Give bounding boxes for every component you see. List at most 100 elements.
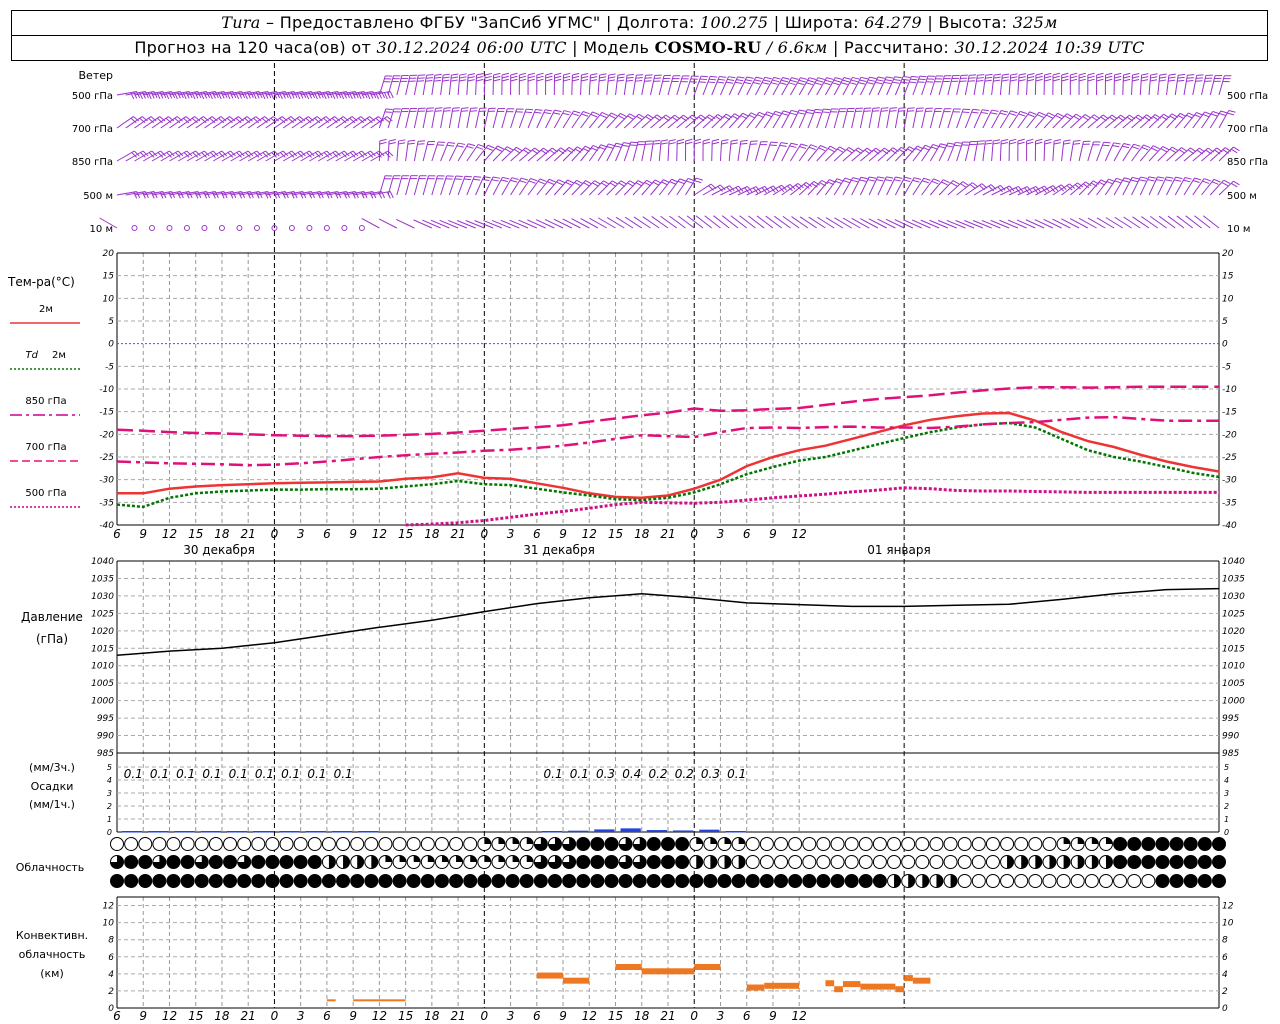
- wind-barb-feather: [1168, 76, 1176, 79]
- wind-barb-feather: [880, 110, 888, 112]
- wind-barb-feather: [1157, 176, 1165, 179]
- wind-barb-feather: [1000, 142, 1009, 145]
- wind-barb-feather: [982, 109, 990, 112]
- wind-barb-feather: [712, 141, 720, 145]
- wind-barb-feather: [1132, 176, 1140, 180]
- temp-tick-left: 0: [108, 340, 114, 350]
- precip-amount-label: 0.1: [727, 767, 746, 781]
- wind-barb-feather: [571, 113, 579, 117]
- cloud-fill: [456, 855, 463, 862]
- calm-wind-circle: [148, 225, 155, 231]
- pressure-tick-right: 1030: [1222, 592, 1245, 602]
- wind-barb-feather: [1001, 79, 1009, 82]
- cloud-fill: [209, 855, 223, 869]
- wind-barb: [1017, 75, 1020, 96]
- cloud-cover-symbol: [1169, 874, 1184, 888]
- cloud-fill: [802, 874, 816, 888]
- wind-barb-feather: [510, 75, 518, 79]
- wind-barb: [799, 216, 817, 229]
- cloud-cover-symbol: [576, 837, 591, 851]
- wind-barb-feather: [798, 79, 806, 83]
- precip-bar: [673, 830, 694, 832]
- wind-barb-feather: [789, 145, 797, 148]
- wind-barb-feather: [610, 112, 618, 117]
- conv-cloud-bar: [563, 977, 590, 984]
- wind-barb-feather: [450, 76, 459, 79]
- cloud-fill: [328, 855, 336, 869]
- wind-barb-feather: [1096, 72, 1104, 76]
- cloud-cover-symbol: [703, 837, 718, 851]
- cloud-cover-symbol: [223, 855, 238, 869]
- cloud-cover-symbol: [420, 855, 435, 869]
- wind-barb: [1158, 215, 1176, 229]
- wind-barb-feather: [1156, 179, 1164, 182]
- cloud-cover-symbol: [1042, 837, 1057, 851]
- bottom-time-tick-label: 6: [323, 1009, 331, 1023]
- wind-barb-feather: [946, 145, 954, 148]
- cloud-fill: [385, 855, 392, 862]
- wind-barb-feather: [833, 79, 841, 83]
- cloud-cover-symbol: [138, 855, 153, 869]
- wind-barb-feather: [808, 146, 816, 151]
- wind-barb-feather: [1122, 145, 1130, 149]
- cloud-cover-symbol: [929, 837, 944, 851]
- wind-barb-feather: [1009, 112, 1017, 116]
- precip-tick-left: 0: [107, 828, 112, 837]
- precip-bar: [122, 831, 143, 833]
- wind-barb-feather: [1114, 75, 1122, 79]
- cloud-cover-symbol: [406, 837, 421, 851]
- wind-barb-feather: [536, 78, 544, 82]
- wind-barb-feather: [510, 78, 518, 82]
- wind-barb-feather: [1171, 146, 1179, 152]
- cloud-circle: [915, 837, 930, 851]
- wind-barb-feather: [1072, 143, 1081, 145]
- wind-barb-feather: [606, 146, 614, 149]
- cloud-cover-symbol: [929, 855, 944, 869]
- wind-barb-feather: [1044, 138, 1052, 142]
- cloud-cover-symbol: [646, 855, 661, 869]
- conv-tick-right: 2: [1222, 987, 1228, 997]
- wind-barb-feather: [1061, 75, 1069, 79]
- cloud-cover-symbol: [293, 855, 308, 869]
- cloud-cover-symbol: [392, 855, 407, 869]
- temp-tick-left: -5: [105, 362, 114, 372]
- calm-wind-circle: [288, 225, 295, 231]
- cloud-cover-symbol: [703, 874, 718, 888]
- cloud-fill: [1198, 837, 1212, 851]
- wind-barb-feather: [1027, 113, 1035, 118]
- wind-barb-feather: [617, 79, 625, 82]
- wind-barb-feather: [1150, 79, 1158, 82]
- wind-barb: [773, 215, 791, 229]
- pressure-tick-left: 1030: [91, 592, 114, 602]
- bottom-time-tick-label: 9: [139, 1009, 147, 1023]
- wind-barb-feather: [1105, 72, 1113, 76]
- bottom-time-tick-label: 21: [450, 1009, 465, 1023]
- cloud-circle: [788, 855, 803, 869]
- wind-barb: [1043, 218, 1062, 229]
- wind-barb-feather: [1123, 78, 1131, 82]
- cloud-cover-symbol: [1098, 855, 1113, 869]
- wind-barb-feather: [1102, 144, 1110, 147]
- wind-barb-feather: [809, 77, 817, 80]
- wind-barb-feather: [622, 144, 630, 147]
- temp-tick-left: -15: [99, 408, 114, 418]
- wind-barb-feather: [623, 142, 631, 145]
- wind-barb-feather: [746, 76, 754, 79]
- cloud-cover-symbol: [208, 855, 223, 869]
- wind-barb-feather: [947, 142, 955, 145]
- wind-level-label-right: 700 гПа: [1227, 124, 1268, 135]
- cloud-circle: [872, 855, 887, 869]
- cloud-fill: [703, 874, 717, 888]
- bottom-time-tick-label: 0: [690, 1009, 698, 1023]
- calm-wind-circle: [236, 225, 243, 231]
- wind-barb-feather: [1061, 72, 1069, 76]
- wind-barb: [1149, 215, 1167, 229]
- temp-tick-left: 10: [103, 294, 115, 304]
- cloud-fill: [1212, 874, 1226, 888]
- precip-amount-label: 0.1: [124, 767, 143, 781]
- cloud-cover-symbol: [1056, 874, 1071, 888]
- legend-label: 700 гПа: [25, 442, 66, 453]
- wind-barb-feather: [1148, 176, 1156, 179]
- wind-barb-feather: [626, 76, 634, 79]
- wind-barb-feather: [694, 138, 702, 142]
